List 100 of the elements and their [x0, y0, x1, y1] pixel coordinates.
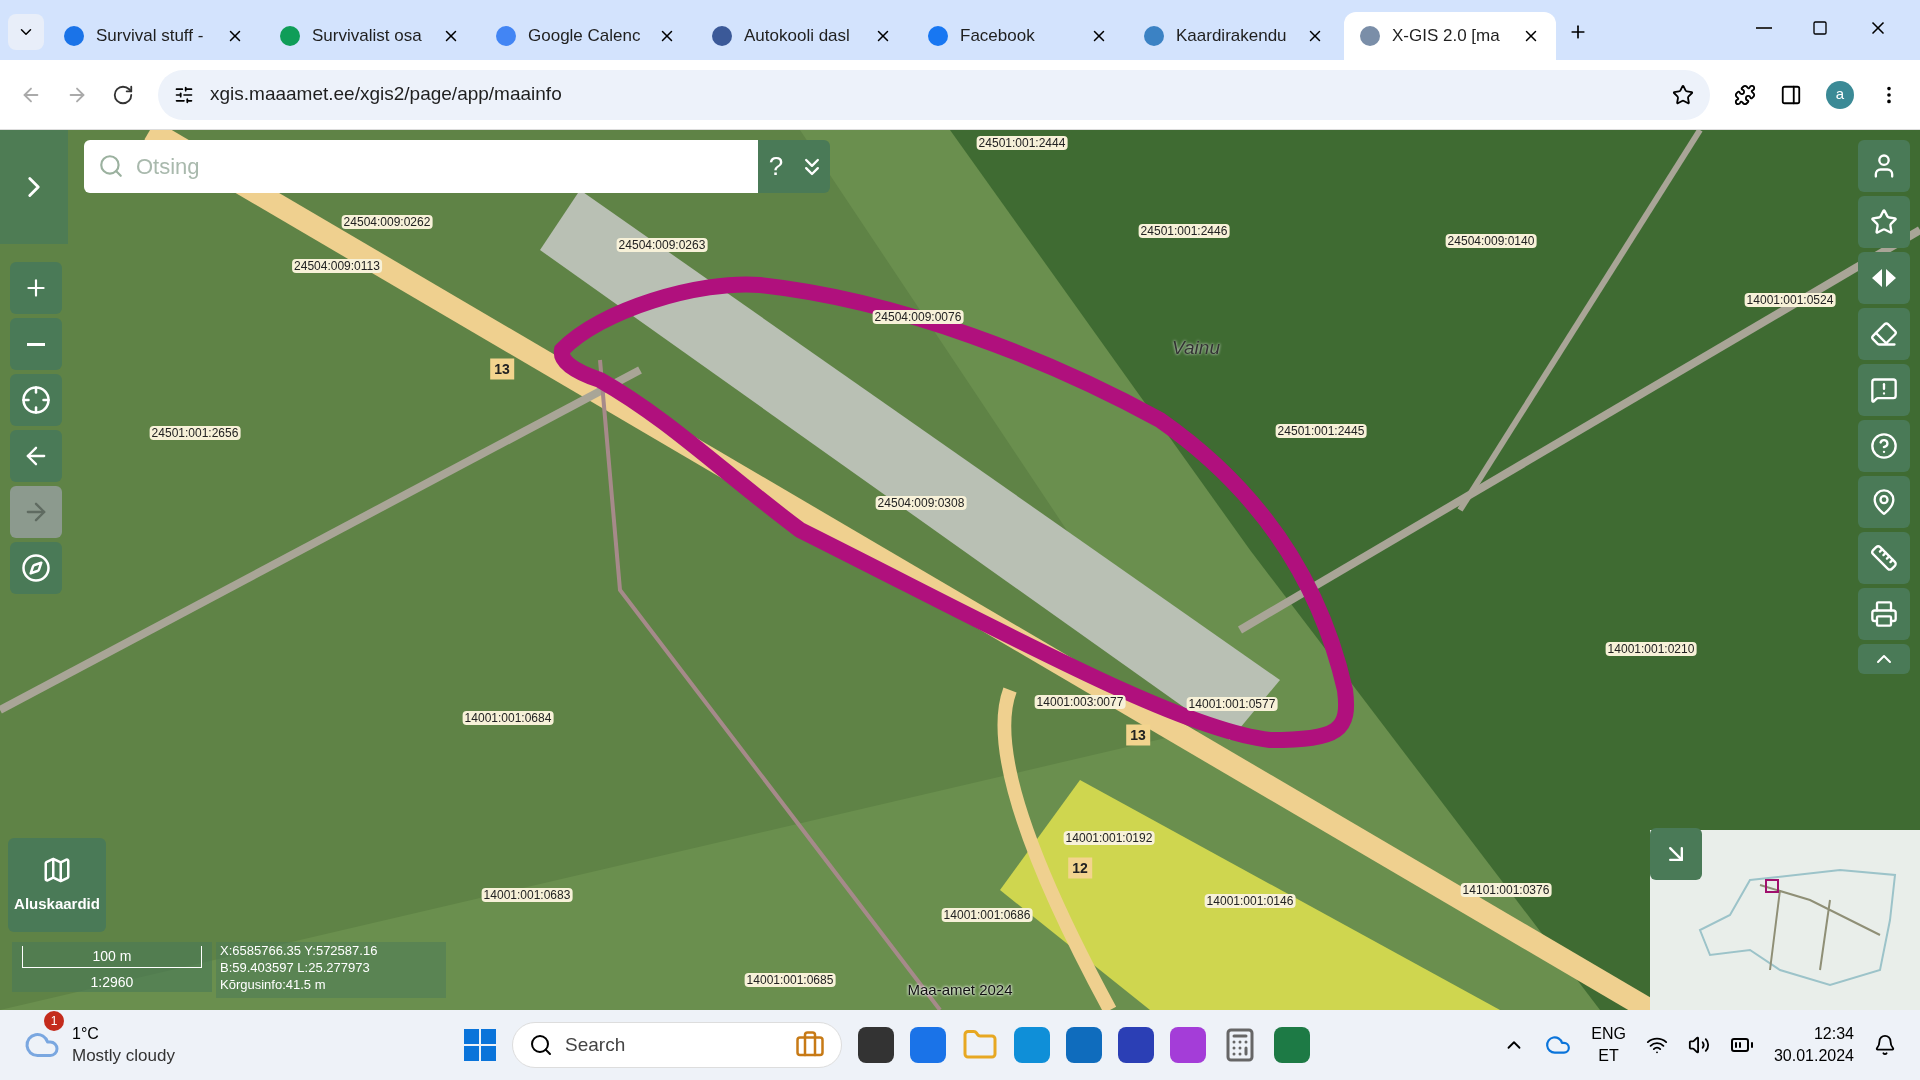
- parcel-label: 14001:001:0192: [1063, 831, 1155, 845]
- parcel-label: 14001:001:0684: [462, 711, 554, 725]
- map-attribution: Maa-amet 2024: [907, 979, 1013, 1000]
- side-panel-icon[interactable]: [1780, 83, 1802, 106]
- url-text: xgis.maaamet.ee/xgis2/page/app/maainfo: [210, 82, 563, 107]
- zoom-in-button[interactable]: [10, 262, 62, 314]
- tab-title: Autokooli dasl: [744, 25, 851, 48]
- parcel-label: 14001:001:0683: [481, 888, 573, 902]
- road-number: 13: [490, 358, 514, 380]
- collapse-button[interactable]: [1858, 644, 1910, 674]
- parcel-label: 14001:001:0577: [1186, 697, 1278, 711]
- split-arrows-icon: [1871, 268, 1897, 288]
- extensions-icon[interactable]: [1734, 83, 1756, 106]
- browser-tab[interactable]: Facebook: [912, 12, 1124, 60]
- search-icon: [98, 153, 124, 179]
- parcel-label: 14001:001:0524: [1744, 293, 1836, 307]
- parcel-label: 24501:001:2446: [1138, 224, 1230, 238]
- browser-tab[interactable]: Kaardirakendu: [1128, 12, 1340, 60]
- locate-button[interactable]: [10, 374, 62, 426]
- location-pin-button[interactable]: [1858, 476, 1910, 528]
- site-settings-icon: [174, 84, 194, 105]
- crosshair-icon: [21, 385, 51, 415]
- parcel-label: 24501:001:2445: [1275, 424, 1367, 438]
- address-bar[interactable]: xgis.maaamet.ee/xgis2/page/app/maainfo: [158, 69, 1710, 120]
- parcel-label: 14001:001:0686: [941, 908, 1033, 922]
- place-name: Vainu: [1172, 335, 1220, 360]
- site-favicon: [280, 26, 300, 46]
- parcel-label: 14001:001:0146: [1204, 894, 1296, 908]
- compass-button[interactable]: [10, 542, 62, 594]
- coordinate-text: Kõrgusinfo:41.5 m: [220, 976, 327, 993]
- bell-icon: [1874, 1034, 1896, 1056]
- parcel-label: 14001:001:0685: [744, 973, 836, 987]
- volume-icon: [1687, 1034, 1710, 1056]
- parcel-label: 24504:009:0262: [341, 215, 433, 229]
- site-favicon: [712, 26, 732, 46]
- reload-icon[interactable]: [112, 83, 134, 106]
- app-icon[interactable]: [858, 1027, 894, 1063]
- browser-tab[interactable]: X-GIS 2.0 [ma: [1344, 12, 1556, 60]
- browser-tab[interactable]: Survival stuff -: [48, 12, 260, 60]
- road-number: 12: [1068, 857, 1092, 879]
- star-icon: [1870, 208, 1898, 236]
- parcel-label: 14001:001:0210: [1605, 642, 1697, 656]
- profile-avatar[interactable]: a: [1826, 80, 1854, 109]
- scale-distance: 100 m: [22, 946, 202, 968]
- basemaps-button[interactable]: Aluskaardid: [8, 838, 106, 932]
- parcel-label: 24504:009:0076: [872, 310, 964, 324]
- ruler-icon: [1870, 544, 1898, 572]
- help-button[interactable]: [1858, 420, 1910, 472]
- tab-title: Kaardirakendu: [1176, 25, 1288, 48]
- compare-button[interactable]: [1858, 252, 1910, 304]
- browser-tab[interactable]: Survivalist osa: [264, 12, 476, 60]
- language-indicator[interactable]: ET: [1598, 1045, 1619, 1067]
- clock-date: 30.01.2024: [1773, 1046, 1854, 1066]
- site-favicon: [1360, 26, 1380, 46]
- user-button[interactable]: [1858, 140, 1910, 192]
- app-icon[interactable]: [1066, 1027, 1102, 1063]
- site-favicon: [496, 26, 516, 46]
- printer-icon: [1870, 600, 1898, 628]
- restore-icon: [1812, 20, 1828, 36]
- temperature-text: 1°C: [72, 1024, 100, 1044]
- question-icon: [1870, 432, 1898, 460]
- star-icon: [1672, 83, 1694, 106]
- minus-icon: [27, 342, 45, 346]
- place-search-field[interactable]: Otsing: [84, 140, 758, 193]
- parcel-label: 24504:009:0113: [292, 259, 382, 273]
- parcel-label: 24501:001:2444: [976, 136, 1068, 150]
- road-number: 13: [1126, 724, 1150, 746]
- print-button[interactable]: [1858, 588, 1910, 640]
- tab-title: Facebook: [960, 25, 1036, 48]
- start-icon[interactable]: [464, 1029, 496, 1061]
- alert-message-icon: [1870, 376, 1898, 404]
- measure-button[interactable]: [1858, 532, 1910, 584]
- favorites-button[interactable]: [1858, 196, 1910, 248]
- coordinate-text: X:6585766.35 Y:572587.16: [220, 942, 379, 959]
- feedback-button[interactable]: [1858, 364, 1910, 416]
- search-placeholder: Search: [565, 1032, 627, 1057]
- parcel-label: 24504:009:0263: [616, 238, 708, 252]
- app-icon[interactable]: [1274, 1027, 1310, 1063]
- parcel-label: 24501:001:2656: [149, 426, 241, 440]
- taskbar-search-field[interactable]: Search: [512, 1022, 842, 1068]
- tab-title: Survivalist osa: [312, 25, 423, 48]
- app-icon[interactable]: [1118, 1027, 1154, 1063]
- collapse-overview-button[interactable]: [1650, 828, 1702, 880]
- site-favicon: [1144, 26, 1164, 46]
- back-button[interactable]: [10, 430, 62, 482]
- eraser-button[interactable]: [1858, 308, 1910, 360]
- site-favicon: [928, 26, 948, 46]
- coordinate-text: B:59.403597 L:25.277973: [220, 959, 371, 976]
- browser-tab[interactable]: Autokooli dasl: [696, 12, 908, 60]
- clock-time: 12:34: [1813, 1024, 1854, 1044]
- language-indicator[interactable]: ENG: [1591, 1023, 1626, 1045]
- tab-title: Google Calenc: [528, 25, 642, 48]
- site-favicon: [64, 26, 84, 46]
- browser-tab[interactable]: Google Calenc: [480, 12, 692, 60]
- weather-condition: Mostly cloudy: [72, 1045, 175, 1067]
- notification-badge: 1: [44, 1011, 64, 1031]
- tab-title: X-GIS 2.0 [ma: [1392, 25, 1501, 48]
- parcel-label: 14101:001:0376: [1460, 883, 1552, 897]
- minimize-icon: [1756, 27, 1772, 29]
- parcel-label: 24504:009:0308: [875, 496, 967, 510]
